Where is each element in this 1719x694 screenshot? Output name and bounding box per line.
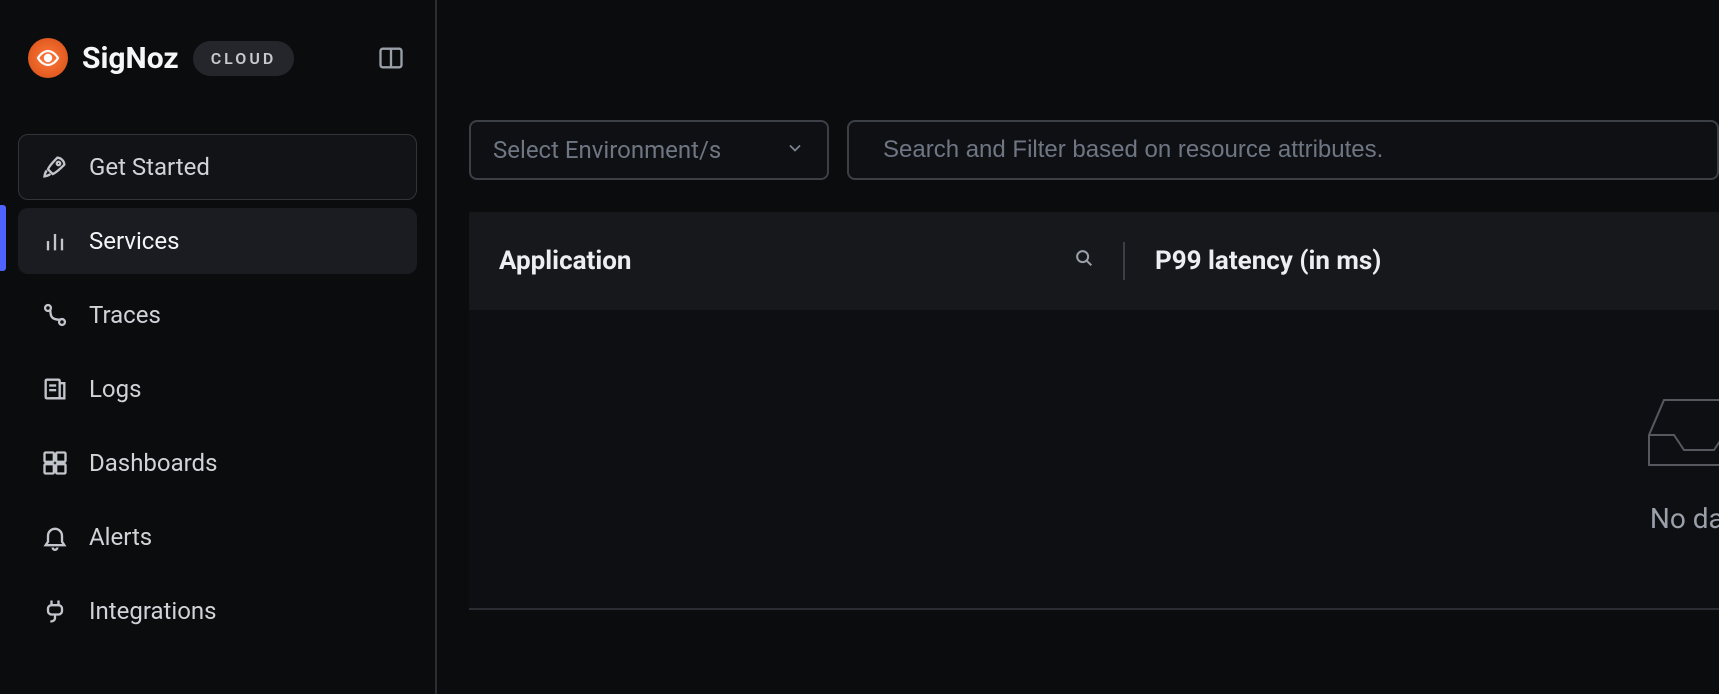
- search-icon[interactable]: [1073, 246, 1095, 276]
- column-application[interactable]: Application: [469, 246, 1123, 276]
- dashboards-icon: [41, 449, 69, 477]
- sidebar-item-traces[interactable]: Traces: [18, 282, 417, 348]
- rocket-icon: [41, 153, 69, 181]
- bar-chart-icon: [41, 227, 69, 255]
- column-p99-latency[interactable]: P99 latency (in ms): [1125, 246, 1719, 276]
- empty-state: No data: [1639, 380, 1719, 535]
- sidebar-item-label: Integrations: [89, 597, 217, 625]
- sidebar-nav: Get Started Services Traces Logs Dashboa: [18, 134, 417, 644]
- resource-filter-search[interactable]: [847, 120, 1719, 180]
- sidebar-item-label: Services: [89, 227, 179, 255]
- active-indicator: [0, 205, 6, 271]
- sidebar-item-label: Get Started: [89, 153, 210, 181]
- brand-row: SigNoz CLOUD: [18, 38, 417, 78]
- brand-name: SigNoz: [82, 41, 179, 76]
- sidebar-item-logs[interactable]: Logs: [18, 356, 417, 422]
- column-p99-label: P99 latency (in ms): [1155, 246, 1381, 276]
- plug-icon: [41, 597, 69, 625]
- filters-row: Select Environment/s: [469, 120, 1719, 180]
- environment-select[interactable]: Select Environment/s: [469, 120, 829, 180]
- sidebar-item-label: Dashboards: [89, 449, 217, 477]
- services-table: Application P99 latency (in ms) No data: [469, 212, 1719, 610]
- sidebar-item-dashboards[interactable]: Dashboards: [18, 430, 417, 496]
- main-content: Select Environment/s Application P99 lat…: [437, 0, 1719, 694]
- sidebar-item-get-started[interactable]: Get Started: [18, 134, 417, 200]
- resource-filter-input[interactable]: [883, 136, 1683, 164]
- column-application-label: Application: [499, 246, 631, 276]
- cloud-badge: CLOUD: [193, 41, 295, 76]
- environment-select-placeholder: Select Environment/s: [493, 136, 721, 164]
- sidebar: SigNoz CLOUD Get Started Services: [0, 0, 437, 694]
- logs-icon: [41, 375, 69, 403]
- sidebar-item-label: Traces: [89, 301, 161, 329]
- empty-state-text: No data: [1650, 502, 1719, 535]
- table-body-empty: No data: [469, 310, 1719, 610]
- bell-icon: [41, 523, 69, 551]
- traces-icon: [41, 301, 69, 329]
- logo-icon: [28, 38, 68, 78]
- table-header: Application P99 latency (in ms): [469, 212, 1719, 310]
- chevron-down-icon: [785, 136, 805, 164]
- inbox-icon: [1639, 380, 1719, 474]
- sidebar-item-integrations[interactable]: Integrations: [18, 578, 417, 644]
- sidebar-item-label: Alerts: [89, 523, 152, 551]
- sidebar-item-alerts[interactable]: Alerts: [18, 504, 417, 570]
- sidebar-item-services[interactable]: Services: [18, 208, 417, 274]
- sidebar-item-label: Logs: [89, 375, 141, 403]
- collapse-sidebar-button[interactable]: [371, 38, 411, 78]
